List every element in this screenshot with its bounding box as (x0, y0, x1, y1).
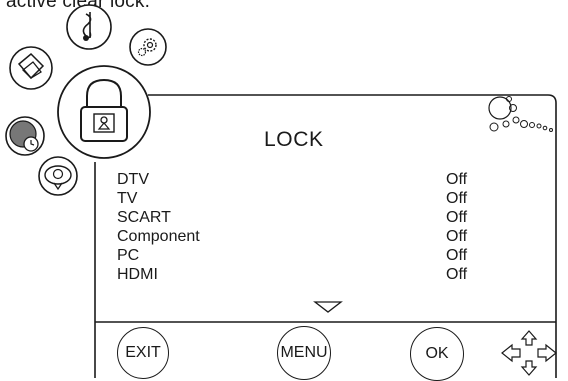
row-label: DTV (117, 171, 149, 188)
clock-icon[interactable] (3, 114, 47, 158)
row-value: Off (446, 266, 468, 283)
row-label: HDMI (117, 266, 158, 283)
channel-icon[interactable] (36, 154, 80, 198)
bubbles-decoration-icon (488, 96, 553, 132)
menu-button[interactable]: MENU (277, 326, 331, 380)
ok-button[interactable]: OK (410, 327, 464, 381)
menu-title: LOCK (264, 128, 324, 151)
row-label: SCART (117, 209, 171, 226)
music-icon[interactable] (64, 2, 114, 52)
navigation-arrows-icon[interactable] (496, 329, 562, 377)
row-value: Off (446, 209, 468, 226)
row-value: Off (446, 190, 468, 207)
picture-icon[interactable] (7, 44, 55, 92)
row-value: Off (446, 171, 468, 188)
menu-frame (94, 94, 557, 378)
row-label: Component (117, 228, 200, 245)
row-label: PC (117, 247, 140, 264)
exit-button[interactable]: EXIT (117, 327, 169, 379)
row-value: Off (446, 247, 468, 264)
row-label: TV (117, 190, 138, 207)
lock-icon[interactable] (54, 62, 154, 162)
settings-icon[interactable] (128, 27, 168, 67)
row-value: Off (446, 228, 468, 245)
scroll-down-arrow-icon[interactable] (313, 300, 343, 314)
